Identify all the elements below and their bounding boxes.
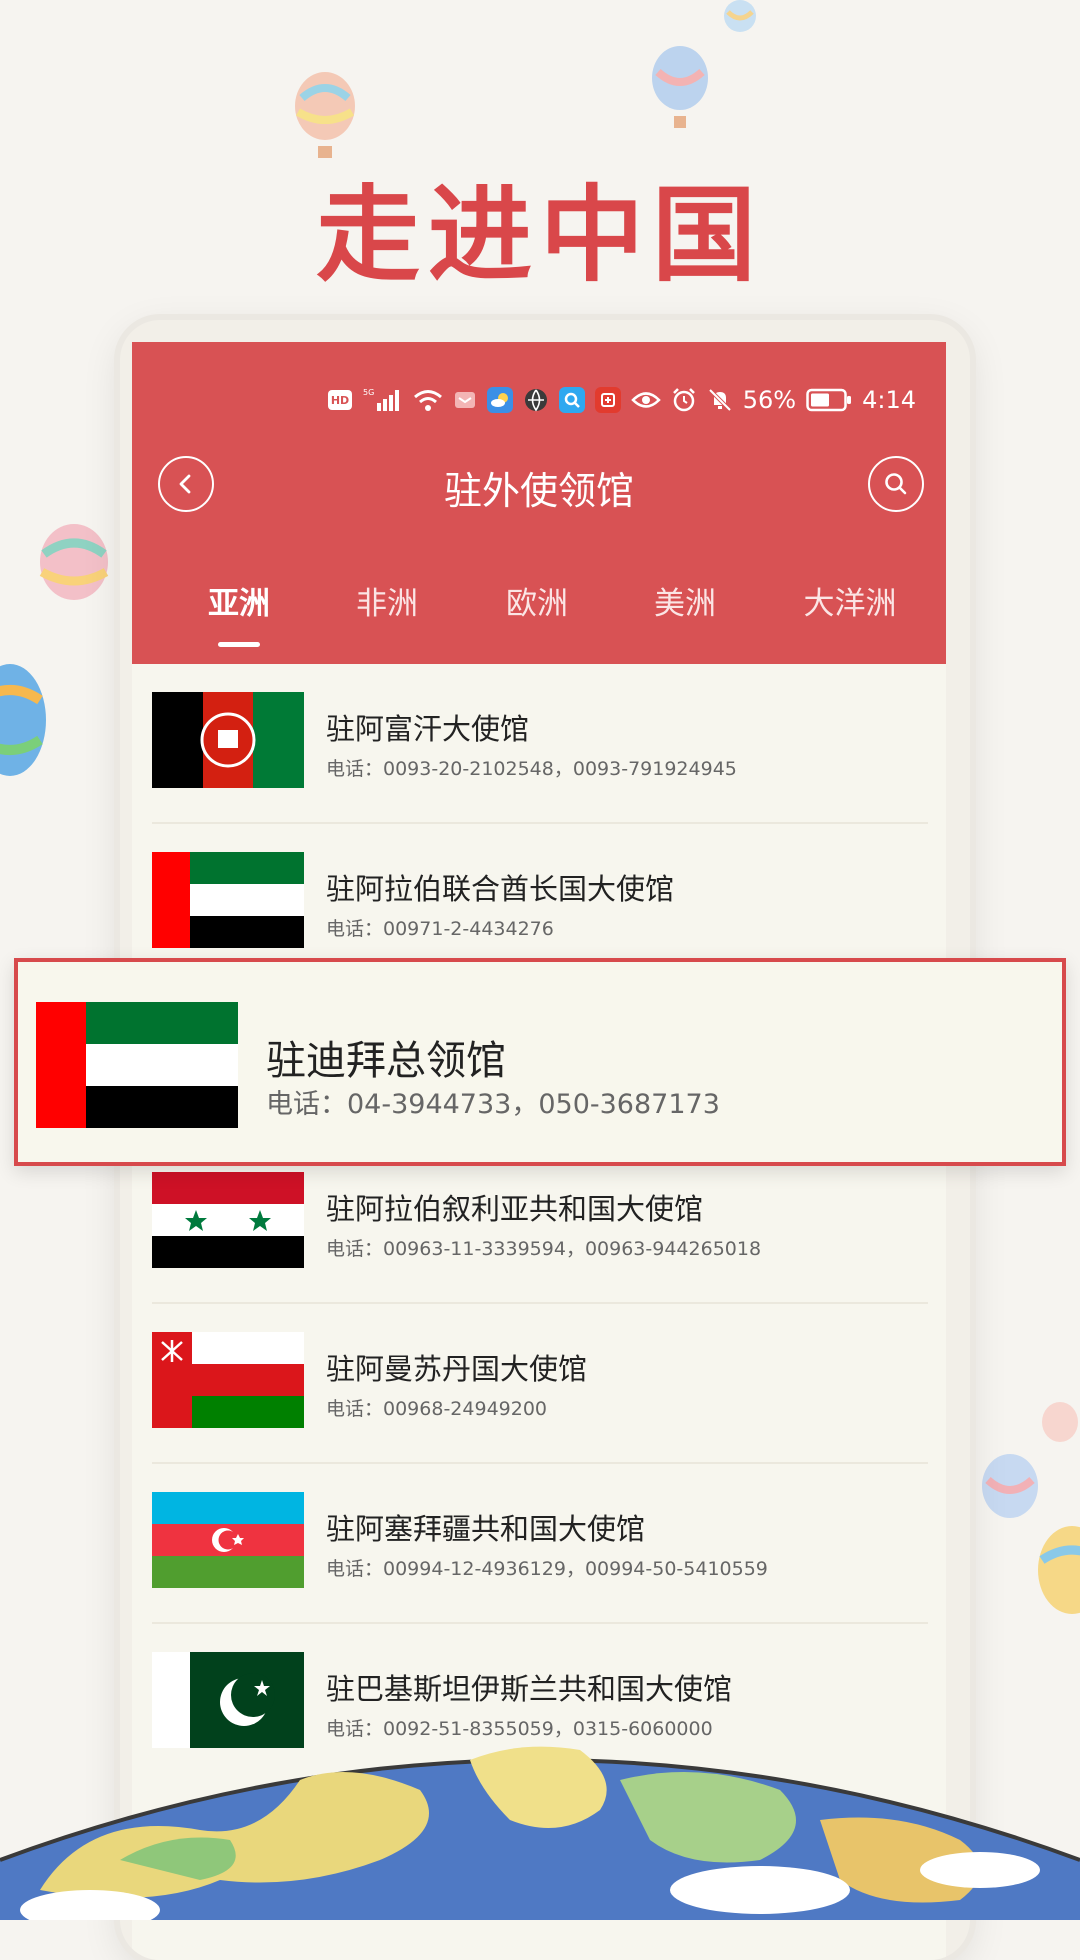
clock: 4:14 [862, 386, 916, 414]
embassy-name: 驻迪拜总领馆 [266, 1038, 506, 1084]
embassy-phone: 电话：00994-12-4936129，00994-50-5410559 [326, 1558, 768, 1580]
uae-flag [36, 1002, 238, 1128]
tab-europe[interactable]: 欧洲 [506, 578, 568, 623]
uae-flag [152, 852, 304, 948]
page-title: 驻外使领馆 [443, 469, 634, 513]
embassy-phone: 电话：00968-24949200 [326, 1398, 548, 1420]
balloon-decoration [724, 0, 756, 32]
list-item[interactable]: 驻阿曼苏丹国大使馆 电话：00968-24949200 [152, 1304, 928, 1464]
embassy-name: 驻巴基斯坦伊斯兰共和国大使馆 [326, 1672, 733, 1706]
tab-africa[interactable]: 非洲 [356, 578, 418, 623]
list-item[interactable]: 驻阿塞拜疆共和国大使馆 电话：00994-12-4936129，00994-50… [152, 1464, 928, 1624]
globe-illustration [0, 1746, 1080, 1920]
mute-icon [707, 387, 733, 413]
balloon-decoration [39, 524, 109, 600]
search-circle-icon [885, 473, 907, 495]
active-tab-indicator [218, 642, 260, 647]
balloon-decoration [0, 664, 46, 776]
huawei-share-icon [453, 387, 477, 413]
balloon-decoration [1042, 1402, 1078, 1442]
svg-text:HD: HD [331, 394, 349, 407]
weather-app-icon [486, 387, 513, 413]
battery-icon [806, 387, 852, 413]
afghanistan-flag [152, 692, 304, 788]
azerbaijan-flag [152, 1492, 304, 1588]
signal-icon: 5G [363, 387, 403, 413]
list-item[interactable]: 驻阿富汗大使馆 电话：0093-20-2102548，0093-79192494… [152, 664, 928, 824]
svg-text:5G: 5G [363, 388, 374, 397]
embassy-name: 驻阿拉伯联合酋长国大使馆 [326, 872, 675, 906]
embassy-phone: 电话：0093-20-2102548，0093-791924945 [326, 758, 737, 780]
app-header: HD 5G 56% 4:14 驻外使领馆 亚洲 非洲 欧洲 美洲 大洋洲 [132, 342, 946, 664]
syria-flag [152, 1172, 304, 1268]
alarm-icon [671, 387, 697, 413]
taobao-app-icon [594, 387, 621, 413]
embassy-name: 驻阿富汗大使馆 [326, 712, 530, 746]
status-bar: HD 5G 56% 4:14 [327, 382, 916, 418]
embassy-name: 驻阿曼苏丹国大使馆 [326, 1352, 588, 1386]
search-app-icon [558, 387, 585, 413]
list-item[interactable]: 驻阿拉伯叙利亚共和国大使馆 电话：00963-11-3339594，00963-… [152, 1144, 928, 1304]
browser-app-icon [523, 387, 549, 413]
embassy-phone: 电话：04-3944733，050-3687173 [266, 1089, 720, 1120]
embassy-name: 驻阿拉伯叙利亚共和国大使馆 [326, 1192, 704, 1226]
tab-asia[interactable]: 亚洲 [208, 578, 270, 623]
search-button[interactable] [868, 456, 924, 512]
promo-title: 走进中国 [315, 174, 764, 296]
continent-tabs: 亚洲 非洲 欧洲 美洲 大洋洲 [132, 578, 946, 648]
balloon-decoration [982, 1454, 1038, 1518]
balloon-decoration [1038, 1526, 1080, 1614]
hd-icon: HD [327, 387, 353, 413]
oman-flag [152, 1332, 304, 1428]
embassy-phone: 电话：00971-2-4434276 [326, 918, 554, 940]
embassy-phone: 电话：00963-11-3339594，00963-944265018 [326, 1238, 762, 1260]
eye-icon [630, 387, 661, 413]
tab-americas[interactable]: 美洲 [654, 578, 716, 623]
embassy-name: 驻阿塞拜疆共和国大使馆 [326, 1512, 646, 1546]
tab-oceania[interactable]: 大洋洲 [804, 578, 897, 623]
battery-percent: 56% [742, 386, 797, 414]
balloon-decoration [652, 46, 708, 128]
highlighted-list-item[interactable]: 驻迪拜总领馆 电话：04-3944733，050-3687173 [14, 958, 1066, 1166]
wifi-icon [413, 387, 443, 413]
